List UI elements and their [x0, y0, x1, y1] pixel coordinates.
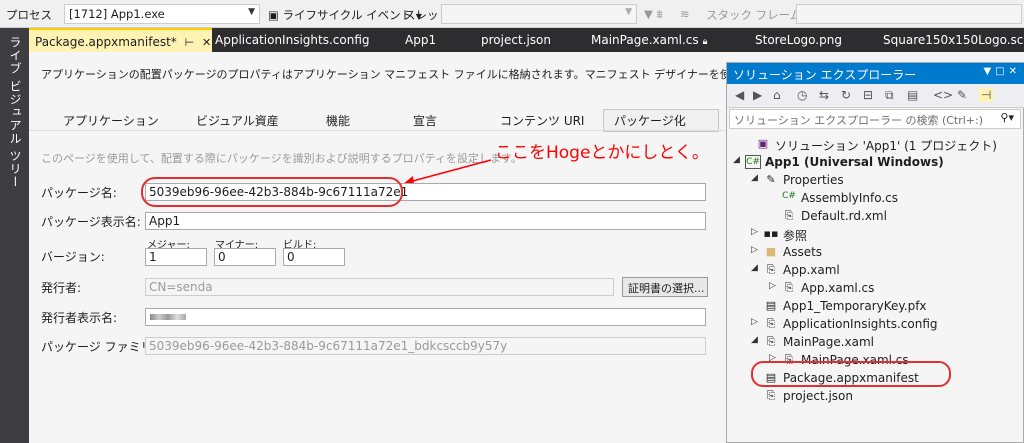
- key-file-icon: ▤: [765, 299, 777, 312]
- pin-icon[interactable]: ⊣: [979, 88, 994, 102]
- build-version-input[interactable]: 0: [283, 248, 345, 266]
- wrench-icon[interactable]: ✎: [957, 88, 967, 102]
- csharp-file-icon: C#: [782, 191, 796, 201]
- expanded-icon[interactable]: ◢: [751, 263, 761, 273]
- show-all-icon[interactable]: ▤: [907, 88, 918, 102]
- process-dropdown[interactable]: [1712] App1.exe ▼: [64, 4, 260, 24]
- annotation-highlight: [141, 177, 403, 207]
- tab-mainpage-xaml-cs[interactable]: MainPage.xaml.cs 🔒︎: [585, 28, 713, 52]
- package-name-label: パッケージ名:: [41, 186, 117, 200]
- solution-icon: ▣: [757, 137, 769, 150]
- expanded-icon[interactable]: ◢: [751, 173, 761, 183]
- tab-package-appxmanifest[interactable]: Package.appxmanifest* ⊢ ✕: [29, 28, 212, 52]
- folder-icon: ■: [765, 245, 777, 258]
- tab-storelogo-png[interactable]: StoreLogo.png: [749, 28, 848, 52]
- annotation-highlight-manifest: [751, 361, 951, 387]
- copy-icon[interactable]: ⧉: [885, 88, 894, 103]
- expanded-icon[interactable]: ◢: [733, 155, 743, 165]
- debug-location-toolbar: プロセス [1712] App1.exe ▼ ▣ ライフサイクル イベント ▼ …: [0, 0, 1024, 28]
- collapsed-icon[interactable]: ▷: [751, 227, 761, 237]
- publisher-label: 発行者:: [41, 281, 82, 295]
- xaml-file-icon: ⎘: [766, 263, 776, 276]
- annotation-text: ここをHogeとかにしとく。: [495, 143, 709, 163]
- collapsed-icon[interactable]: ▷: [751, 245, 761, 255]
- tab-content-uris[interactable]: コンテンツ URI: [500, 112, 584, 129]
- live-visual-tree-strip[interactable]: ライブ ビジュアル ツリー: [0, 28, 29, 443]
- publisher-display-input[interactable]: [145, 308, 706, 326]
- solution-explorer: ソリューション エクスプローラー ▼□✕ ◀ ▶ ⌂ ◷ ⇆ ↻ ⊟ ⧉ ▤ <…: [726, 62, 1024, 443]
- chevron-down-icon: ▼: [625, 7, 632, 17]
- publisher-input: CN=senda: [145, 278, 614, 296]
- manifest-designer: アプリケーションの配置パッケージのプロパティはアプリケーション マニフェスト フ…: [29, 52, 726, 443]
- tab-applicationinsights-config[interactable]: ApplicationInsights.config: [209, 28, 376, 52]
- tab-application[interactable]: アプリケーション: [63, 112, 159, 129]
- tab-square150x150logo[interactable]: Square150x150Logo.scal: [877, 28, 1024, 52]
- pin-icon[interactable]: ⊢: [185, 36, 195, 49]
- expanded-icon[interactable]: ◢: [751, 335, 761, 345]
- tab-capabilities[interactable]: 機能: [326, 112, 350, 129]
- thread-dropdown[interactable]: ▼: [441, 4, 637, 24]
- home-icon[interactable]: ⌂: [773, 88, 781, 102]
- csharp-project-icon: C#: [745, 155, 761, 169]
- tab-packaging[interactable]: パッケージ化: [603, 109, 719, 132]
- publisher-display-label: 発行者表示名:: [41, 311, 118, 325]
- search-icon: ⚲▾: [1000, 111, 1014, 124]
- lock-icon: 🔒︎: [702, 37, 708, 47]
- csharp-file-icon: ⎘: [784, 281, 794, 294]
- process-label: プロセス: [6, 8, 52, 22]
- tab-app1[interactable]: App1: [399, 28, 442, 52]
- lifecycle-icon: ▣: [268, 8, 279, 22]
- minor-version-input[interactable]: 0: [214, 248, 276, 266]
- tab-project-json[interactable]: project.json: [475, 28, 557, 52]
- tab-declarations[interactable]: 宣言: [413, 112, 437, 129]
- config-file-icon: ⎘: [766, 317, 776, 330]
- chevron-down-icon: ▼: [248, 7, 255, 17]
- display-name-input[interactable]: App1: [145, 212, 706, 230]
- stackframe-label: スタック フレーム: [706, 8, 802, 22]
- references-icon: ▪▪: [763, 227, 779, 240]
- tab-visual-assets[interactable]: ビジュアル資産: [196, 112, 279, 129]
- xml-file-icon: ⎘: [784, 209, 794, 222]
- maximize-icon[interactable]: □: [995, 66, 1008, 77]
- filter-icon[interactable]: ▼ ⩩: [644, 7, 663, 22]
- back-icon[interactable]: ◀: [735, 88, 744, 102]
- solution-explorer-search[interactable]: ソリューション エクスプローラー の検索 (Ctrl+:) ⚲▾: [729, 109, 1021, 129]
- json-file-icon: ⎘: [766, 389, 776, 402]
- process-value: [1712] App1.exe: [69, 7, 165, 21]
- tab-divider: [29, 130, 726, 131]
- stackframe-dropdown[interactable]: [796, 4, 1022, 24]
- lifecycle-events-button[interactable]: ▣ ライフサイクル イベント ▼: [268, 7, 422, 23]
- solution-explorer-title: ソリューション エクスプローラー ▼□✕: [727, 63, 1024, 84]
- document-tab-strip: Package.appxmanifest* ⊢ ✕ ApplicationIns…: [29, 28, 1024, 52]
- collapsed-icon[interactable]: ▷: [769, 281, 779, 291]
- refresh-icon[interactable]: ↻: [841, 88, 851, 102]
- code-icon[interactable]: <>: [933, 88, 953, 102]
- sync-icon[interactable]: ⇆: [819, 88, 829, 102]
- forward-icon[interactable]: ▶: [753, 88, 762, 102]
- version-label: バージョン:: [41, 250, 105, 264]
- redacted-value: [150, 314, 186, 320]
- select-certificate-button[interactable]: 証明書の選択...: [622, 277, 708, 297]
- package-family-input: 5039eb96-96ee-42b3-884b-9c67111a72e1_bdk…: [145, 337, 706, 355]
- collapsed-icon[interactable]: ▷: [751, 317, 761, 327]
- major-version-input[interactable]: 1: [145, 248, 207, 266]
- wrench-icon: ✎: [766, 173, 776, 186]
- stack-icon: ≋: [680, 7, 690, 21]
- designer-intro: アプリケーションの配置パッケージのプロパティはアプリケーション マニフェスト フ…: [41, 68, 726, 81]
- xaml-file-icon: ⎘: [766, 335, 776, 348]
- collapse-icon[interactable]: ⊟: [863, 88, 873, 102]
- dropdown-icon[interactable]: ▼: [983, 66, 995, 77]
- display-name-label: パッケージ表示名:: [41, 215, 141, 229]
- live-visual-tree-label: ライブ ビジュアル ツリー: [8, 36, 22, 189]
- solution-explorer-toolbar: ◀ ▶ ⌂ ◷ ⇆ ↻ ⊟ ⧉ ▤ <> ✎ ⊣: [727, 84, 1024, 108]
- history-icon[interactable]: ◷: [797, 88, 807, 102]
- close-icon[interactable]: ✕: [1009, 66, 1021, 77]
